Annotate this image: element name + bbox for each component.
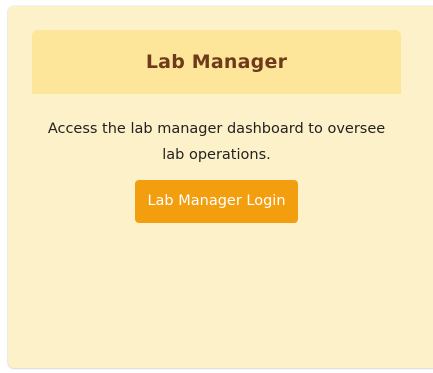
card-body: Access the lab manager dashboard to over… <box>32 116 401 223</box>
lab-manager-login-button[interactable]: Lab Manager Login <box>135 180 298 223</box>
card-header: Lab Manager <box>32 30 401 94</box>
card-title: Lab Manager <box>145 51 288 73</box>
card-description: Access the lab manager dashboard to over… <box>47 121 386 163</box>
